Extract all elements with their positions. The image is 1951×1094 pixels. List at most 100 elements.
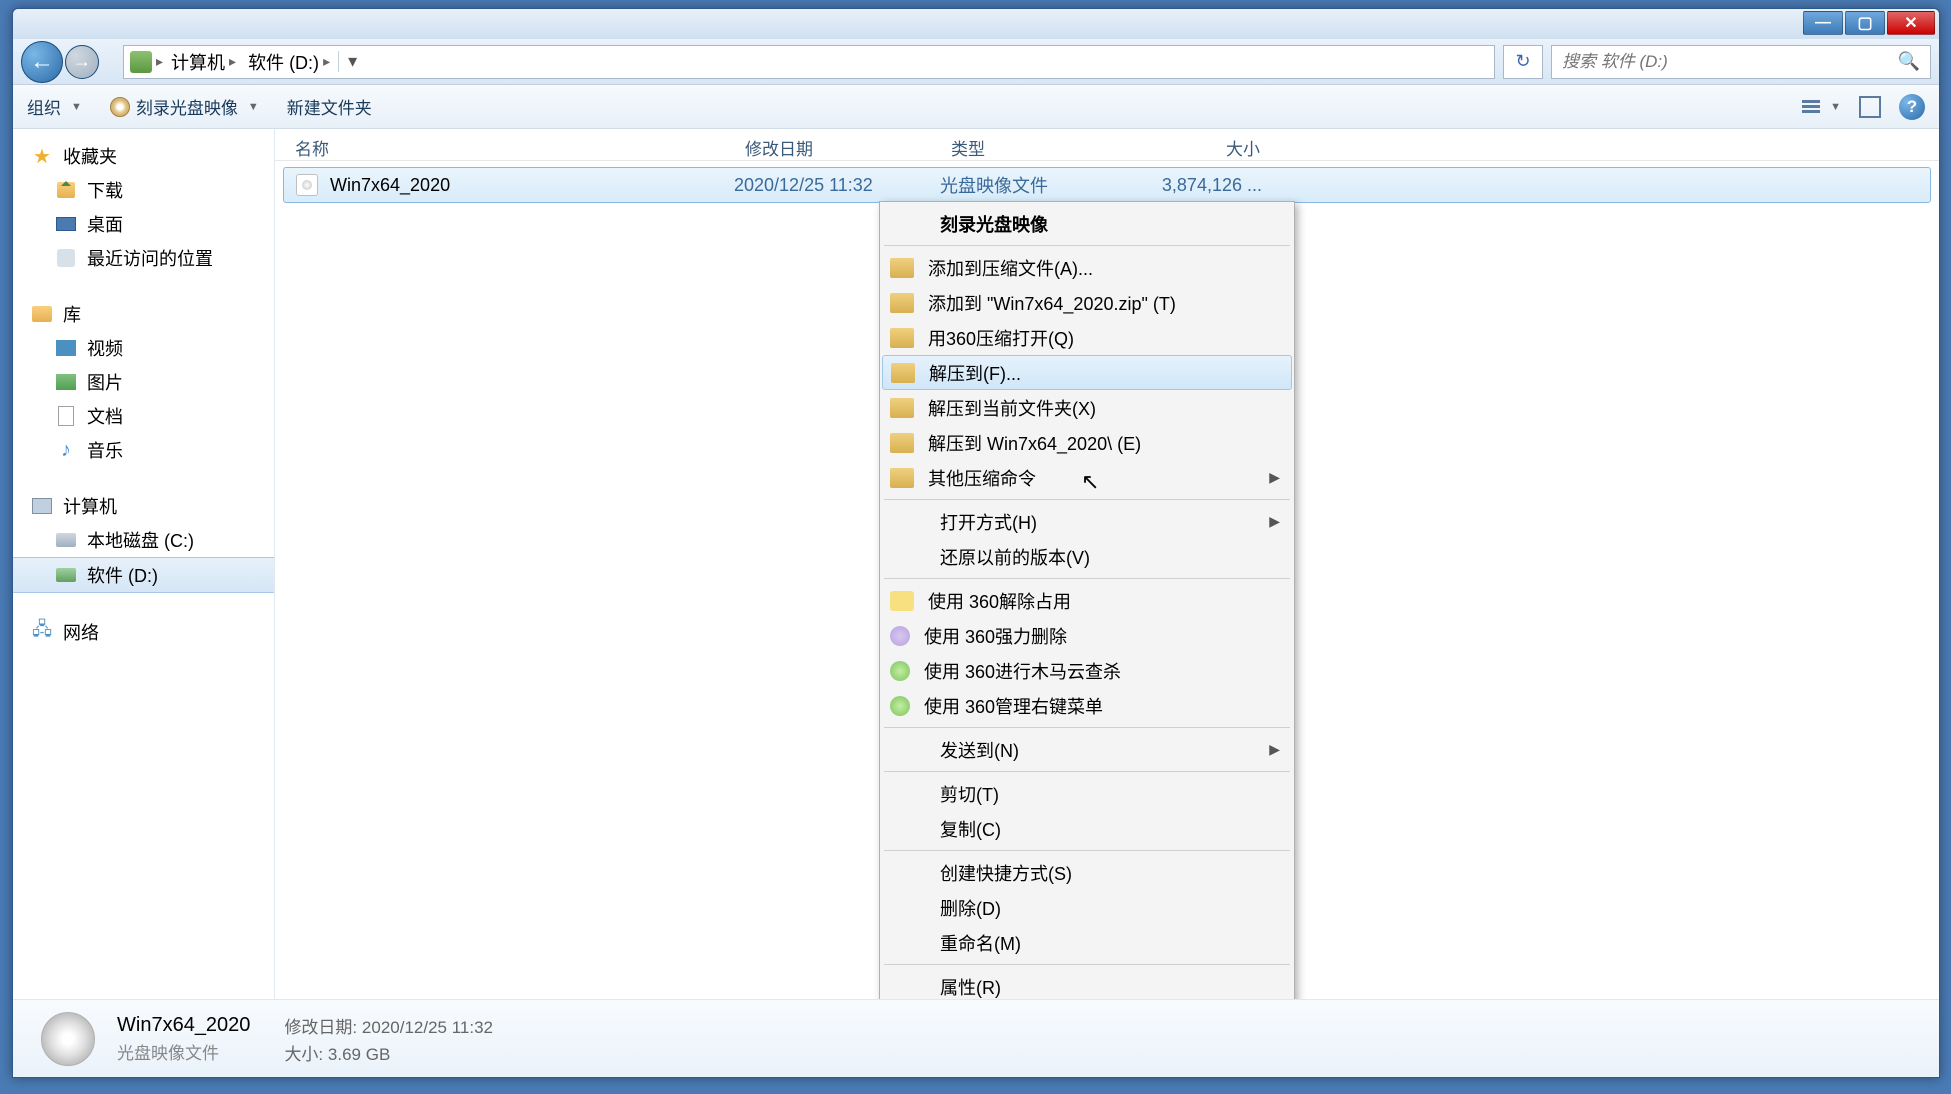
file-date: 2020/12/25 11:32 — [734, 175, 940, 196]
sidebar-network[interactable]: 🖧网络 — [13, 615, 274, 649]
maximize-button[interactable]: ▢ — [1845, 11, 1885, 35]
cm-open-360[interactable]: 用360压缩打开(Q) — [882, 320, 1292, 355]
submenu-arrow-icon: ▶ — [1269, 469, 1280, 486]
sidebar-recent[interactable]: 最近访问的位置 — [13, 241, 274, 275]
search-box[interactable]: 🔍 — [1551, 45, 1931, 79]
computer-icon — [32, 498, 52, 514]
minimize-button[interactable]: — — [1803, 11, 1843, 35]
cm-restore[interactable]: 还原以前的版本(V) — [882, 539, 1292, 574]
disc-icon — [110, 97, 130, 117]
chevron-right-icon[interactable]: ▸ — [156, 53, 163, 70]
picture-icon — [56, 374, 76, 390]
cm-extract-folder[interactable]: 解压到 Win7x64_2020\ (E) — [882, 425, 1292, 460]
column-size[interactable]: 大小 — [1145, 129, 1289, 160]
status-subtitle: 光盘映像文件 — [117, 1039, 250, 1064]
cm-rename[interactable]: 重命名(M) — [882, 925, 1292, 960]
360-manage-icon — [890, 696, 910, 716]
back-button[interactable]: ← — [21, 41, 63, 83]
column-headers: 名称 修改日期 类型 大小 — [275, 129, 1939, 161]
cm-add-archive[interactable]: 添加到压缩文件(A)... — [882, 250, 1292, 285]
breadcrumb-drive[interactable]: 软件 (D:) ▸ — [244, 47, 334, 77]
status-bar: Win7x64_2020 光盘映像文件 修改日期: 2020/12/25 11:… — [13, 999, 1939, 1077]
360-icon — [890, 591, 914, 611]
sidebar-drive-c[interactable]: 本地磁盘 (C:) — [13, 523, 274, 557]
desktop-icon — [56, 217, 76, 231]
cm-360-manage[interactable]: 使用 360管理右键菜单 — [882, 688, 1292, 723]
sidebar-downloads[interactable]: 下载 — [13, 173, 274, 207]
sidebar-music[interactable]: ♪音乐 — [13, 433, 274, 467]
forward-button[interactable]: → — [65, 45, 99, 79]
submenu-arrow-icon: ▶ — [1269, 741, 1280, 758]
archive-icon — [890, 258, 914, 278]
sidebar-desktop[interactable]: 桌面 — [13, 207, 274, 241]
organize-menu[interactable]: 组织▼ — [27, 94, 82, 119]
sidebar-documents[interactable]: 文档 — [13, 399, 274, 433]
breadcrumb-dropdown[interactable]: ▾ — [338, 51, 366, 72]
cm-other-compress[interactable]: 其他压缩命令▶ — [882, 460, 1292, 495]
cm-360-force-delete[interactable]: 使用 360强力删除 — [882, 618, 1292, 653]
close-button[interactable]: ✕ — [1887, 11, 1935, 35]
body: ★收藏夹 下载 桌面 最近访问的位置 库 视频 图片 文档 ♪音乐 计算机 本地… — [13, 129, 1939, 999]
cm-extract-to[interactable]: 解压到(F)... — [882, 355, 1292, 390]
column-date[interactable]: 修改日期 — [733, 129, 939, 160]
column-name[interactable]: 名称 — [275, 129, 733, 160]
archive-icon — [890, 468, 914, 488]
file-row[interactable]: Win7x64_2020 2020/12/25 11:32 光盘映像文件 3,8… — [283, 167, 1931, 203]
burn-disc-button[interactable]: 刻录光盘映像▼ — [110, 94, 259, 119]
status-title: Win7x64_2020 — [117, 1014, 250, 1037]
360-delete-icon — [890, 626, 910, 646]
sidebar-videos[interactable]: 视频 — [13, 331, 274, 365]
search-input[interactable] — [1562, 52, 1898, 72]
content-area: 名称 修改日期 类型 大小 Win7x64_2020 2020/12/25 11… — [275, 129, 1939, 999]
sidebar-libraries[interactable]: 库 — [13, 297, 274, 331]
titlebar: — ▢ ✕ — [13, 9, 1939, 39]
drive-icon — [56, 533, 76, 547]
cm-send-to[interactable]: 发送到(N)▶ — [882, 732, 1292, 767]
drive-icon — [56, 568, 76, 582]
cm-delete[interactable]: 删除(D) — [882, 890, 1292, 925]
archive-icon — [890, 293, 914, 313]
file-size: 3,874,126 ... — [1146, 175, 1290, 196]
library-icon — [32, 306, 52, 322]
new-folder-button[interactable]: 新建文件夹 — [287, 94, 372, 119]
file-thumbnail — [41, 1012, 95, 1066]
explorer-window: — ▢ ✕ ← → ▸ 计算机 ▸ 软件 (D:) ▸ ▾ ↻ 🔍 组织▼ 刻录… — [12, 8, 1940, 1078]
sidebar-computer[interactable]: 计算机 — [13, 489, 274, 523]
help-button[interactable]: ? — [1899, 94, 1925, 120]
cm-add-zip[interactable]: 添加到 "Win7x64_2020.zip" (T) — [882, 285, 1292, 320]
recent-icon — [57, 249, 75, 267]
cm-properties[interactable]: 属性(R) — [882, 969, 1292, 999]
archive-icon — [890, 328, 914, 348]
cm-360-scan[interactable]: 使用 360进行木马云查杀 — [882, 653, 1292, 688]
sidebar-favorites[interactable]: ★收藏夹 — [13, 139, 274, 173]
cm-copy[interactable]: 复制(C) — [882, 811, 1292, 846]
breadcrumb[interactable]: ▸ 计算机 ▸ 软件 (D:) ▸ ▾ — [123, 45, 1495, 79]
column-type[interactable]: 类型 — [939, 129, 1145, 160]
context-menu: 刻录光盘映像 添加到压缩文件(A)... 添加到 "Win7x64_2020.z… — [879, 201, 1295, 999]
refresh-button[interactable]: ↻ — [1503, 45, 1543, 79]
video-icon — [56, 340, 76, 356]
nav-buttons: ← → — [21, 41, 115, 83]
toolbar: 组织▼ 刻录光盘映像▼ 新建文件夹 ▼ ? — [13, 85, 1939, 129]
preview-pane-toggle[interactable] — [1859, 96, 1881, 118]
search-icon[interactable]: 🔍 — [1898, 51, 1920, 72]
download-icon — [57, 182, 75, 198]
cm-cut[interactable]: 剪切(T) — [882, 776, 1292, 811]
breadcrumb-computer[interactable]: 计算机 ▸ — [167, 47, 240, 77]
cm-extract-here[interactable]: 解压到当前文件夹(X) — [882, 390, 1292, 425]
archive-icon — [890, 398, 914, 418]
cm-360-unlock[interactable]: 使用 360解除占用 — [882, 583, 1292, 618]
archive-icon — [891, 363, 915, 383]
view-options[interactable]: ▼ — [1802, 100, 1841, 113]
archive-icon — [890, 433, 914, 453]
sidebar-drive-d[interactable]: 软件 (D:) — [13, 557, 274, 593]
sidebar: ★收藏夹 下载 桌面 最近访问的位置 库 视频 图片 文档 ♪音乐 计算机 本地… — [13, 129, 275, 999]
cm-open-with[interactable]: 打开方式(H)▶ — [882, 504, 1292, 539]
cm-burn[interactable]: 刻录光盘映像 — [882, 206, 1292, 241]
window-controls: — ▢ ✕ — [1803, 11, 1935, 39]
file-name: Win7x64_2020 — [330, 175, 450, 196]
sidebar-pictures[interactable]: 图片 — [13, 365, 274, 399]
360-scan-icon — [890, 661, 910, 681]
file-type: 光盘映像文件 — [940, 172, 1146, 198]
cm-shortcut[interactable]: 创建快捷方式(S) — [882, 855, 1292, 890]
